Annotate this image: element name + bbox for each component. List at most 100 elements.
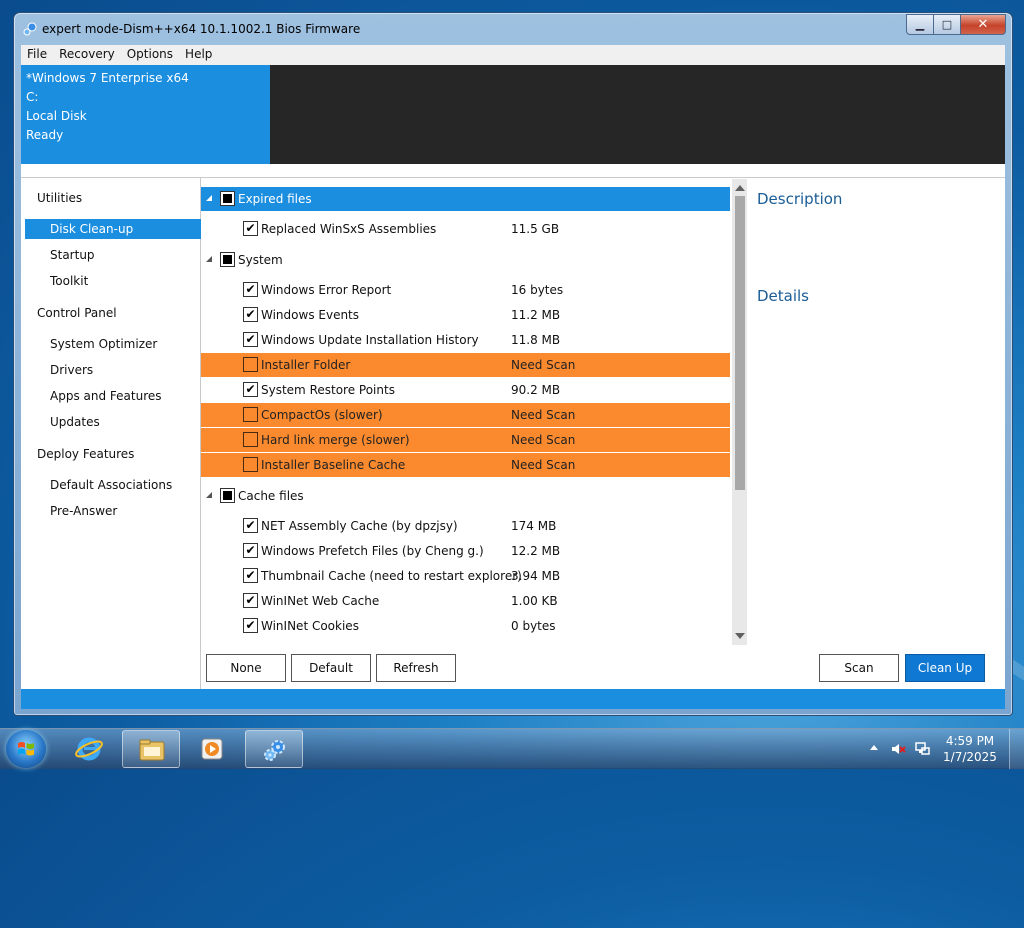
- group-checkbox[interactable]: [220, 488, 235, 503]
- windows-logo-icon: [18, 742, 34, 756]
- list-scrollbar[interactable]: [732, 179, 748, 645]
- window-controls: ▁ □ ✕: [906, 14, 1006, 35]
- taskbar-windows-explorer[interactable]: [122, 730, 180, 768]
- list-item-needs-scan[interactable]: CompactOs (slower) Need Scan: [201, 403, 730, 427]
- item-checkbox[interactable]: ✔: [243, 593, 258, 608]
- collapse-arrow-icon[interactable]: [206, 492, 212, 498]
- clean-up-button[interactable]: Clean Up: [905, 654, 985, 682]
- sidebar-group-utilities[interactable]: Utilities: [25, 188, 209, 208]
- list-item-needs-scan[interactable]: Installer Folder Need Scan: [201, 353, 730, 377]
- item-size: Need Scan: [511, 433, 576, 447]
- item-size: 1.00 KB: [511, 594, 558, 608]
- show-desktop-button[interactable]: [1009, 729, 1024, 769]
- sidebar-item-apps-and-features[interactable]: Apps and Features: [25, 386, 222, 406]
- list-item[interactable]: ✔ WinINet Cookies 0 bytes: [201, 614, 730, 638]
- minimize-button[interactable]: ▁: [906, 14, 934, 35]
- list-item[interactable]: ✔ NET Assembly Cache (by dpzjsy) 174 MB: [201, 514, 730, 538]
- scan-button[interactable]: Scan: [819, 654, 899, 682]
- menu-options[interactable]: Options: [121, 45, 179, 65]
- refresh-button[interactable]: Refresh: [376, 654, 456, 682]
- item-label: Thumbnail Cache (need to restart explore…: [261, 569, 522, 583]
- menu-recovery[interactable]: Recovery: [53, 45, 121, 65]
- list-item-needs-scan[interactable]: Hard link merge (slower) Need Scan: [201, 428, 730, 452]
- session-list-panel: [270, 65, 1005, 164]
- item-size: 16 bytes: [511, 283, 564, 297]
- item-checkbox[interactable]: ✔: [243, 568, 258, 583]
- status-bar: [21, 689, 1005, 709]
- show-hidden-icons-icon[interactable]: [870, 745, 878, 750]
- title-bar[interactable]: expert mode-Dism++x64 10.1.1002.1 Bios F…: [14, 13, 1012, 45]
- item-checkbox[interactable]: [243, 457, 258, 472]
- network-icon[interactable]: [914, 741, 930, 757]
- item-checkbox[interactable]: ✔: [243, 543, 258, 558]
- item-checkbox[interactable]: [243, 407, 258, 422]
- group-row-cache-files[interactable]: Cache files: [201, 484, 730, 508]
- item-checkbox[interactable]: [243, 432, 258, 447]
- item-size: 0 bytes: [511, 619, 556, 633]
- item-checkbox[interactable]: ✔: [243, 382, 258, 397]
- list-item[interactable]: ✔ Replaced WinSxS Assemblies 11.5 GB: [201, 217, 730, 241]
- list-item[interactable]: ✔ Windows Update Installation History 11…: [201, 328, 730, 352]
- item-checkbox[interactable]: ✔: [243, 618, 258, 633]
- item-size: 12.2 MB: [511, 544, 561, 558]
- list-item-needs-scan[interactable]: Installer Baseline Cache Need Scan: [201, 453, 730, 477]
- sidebar-group-control-panel[interactable]: Control Panel: [25, 303, 209, 323]
- scroll-up-icon[interactable]: [735, 185, 745, 191]
- taskbar-internet-explorer[interactable]: [60, 730, 118, 768]
- list-item[interactable]: ✔ Windows Events 11.2 MB: [201, 303, 730, 327]
- sidebar-item-toolkit[interactable]: Toolkit: [25, 271, 222, 291]
- system-clock[interactable]: 4:59 PM 1/7/2025: [940, 733, 1000, 765]
- maximize-icon: □: [941, 18, 953, 31]
- group-checkbox[interactable]: [220, 252, 235, 267]
- item-label: Windows Events: [261, 308, 360, 322]
- item-label: Installer Folder: [261, 358, 351, 372]
- group-label: System: [238, 253, 283, 267]
- item-size: 90.2 MB: [511, 383, 561, 397]
- list-item[interactable]: ✔ Thumbnail Cache (need to restart explo…: [201, 564, 730, 588]
- group-checkbox[interactable]: [220, 191, 235, 206]
- session-info-panel[interactable]: *Windows 7 Enterprise x64 C: Local Disk …: [21, 65, 270, 164]
- maximize-button[interactable]: □: [934, 14, 961, 35]
- list-item[interactable]: ✔ WinINet Web Cache 1.00 KB: [201, 589, 730, 613]
- taskbar-media-player[interactable]: [183, 730, 241, 768]
- default-button[interactable]: Default: [291, 654, 371, 682]
- item-label: CompactOs (slower): [261, 408, 383, 422]
- taskbar-dism[interactable]: [245, 730, 303, 768]
- sidebar: Utilities Disk Clean-up Startup Toolkit …: [21, 177, 222, 690]
- item-checkbox[interactable]: ✔: [243, 221, 258, 236]
- list-item[interactable]: ✔ System Restore Points 90.2 MB: [201, 378, 730, 402]
- menu-file[interactable]: File: [21, 45, 53, 65]
- item-checkbox[interactable]: ✔: [243, 282, 258, 297]
- start-button[interactable]: [6, 730, 46, 768]
- app-icon: [23, 22, 37, 36]
- group-row-system[interactable]: System: [201, 248, 730, 272]
- close-button[interactable]: ✕: [961, 14, 1006, 35]
- sidebar-item-system-optimizer[interactable]: System Optimizer: [25, 334, 222, 354]
- scroll-down-icon[interactable]: [735, 633, 745, 639]
- sidebar-item-default-associations[interactable]: Default Associations: [25, 475, 222, 495]
- item-label: Installer Baseline Cache: [261, 458, 406, 472]
- sidebar-item-startup[interactable]: Startup: [25, 245, 222, 265]
- item-checkbox[interactable]: ✔: [243, 307, 258, 322]
- collapse-arrow-icon[interactable]: [206, 256, 212, 262]
- group-row-expired-files[interactable]: Expired files: [201, 187, 730, 211]
- sidebar-item-disk-cleanup[interactable]: Disk Clean-up: [25, 219, 222, 239]
- list-item[interactable]: ✔ Windows Prefetch Files (by Cheng g.) 1…: [201, 539, 730, 563]
- item-checkbox[interactable]: ✔: [243, 518, 258, 533]
- collapse-arrow-icon[interactable]: [206, 195, 212, 201]
- item-label: Replaced WinSxS Assemblies: [261, 222, 437, 236]
- volume-muted-icon[interactable]: [890, 741, 906, 757]
- item-checkbox[interactable]: [243, 357, 258, 372]
- sidebar-group-deploy-features[interactable]: Deploy Features: [25, 444, 209, 464]
- clock-time: 4:59 PM: [945, 734, 995, 748]
- sidebar-item-updates[interactable]: Updates: [25, 412, 222, 432]
- menu-help[interactable]: Help: [179, 45, 218, 65]
- sidebar-item-drivers[interactable]: Drivers: [25, 360, 222, 380]
- clock-date: 1/7/2025: [943, 750, 997, 764]
- sidebar-item-pre-answer[interactable]: Pre-Answer: [25, 501, 222, 521]
- item-checkbox[interactable]: ✔: [243, 332, 258, 347]
- list-item[interactable]: ✔ Windows Error Report 16 bytes: [201, 278, 730, 302]
- os-name: *Windows 7 Enterprise x64: [26, 71, 189, 85]
- scroll-thumb[interactable]: [735, 196, 745, 490]
- none-button[interactable]: None: [206, 654, 286, 682]
